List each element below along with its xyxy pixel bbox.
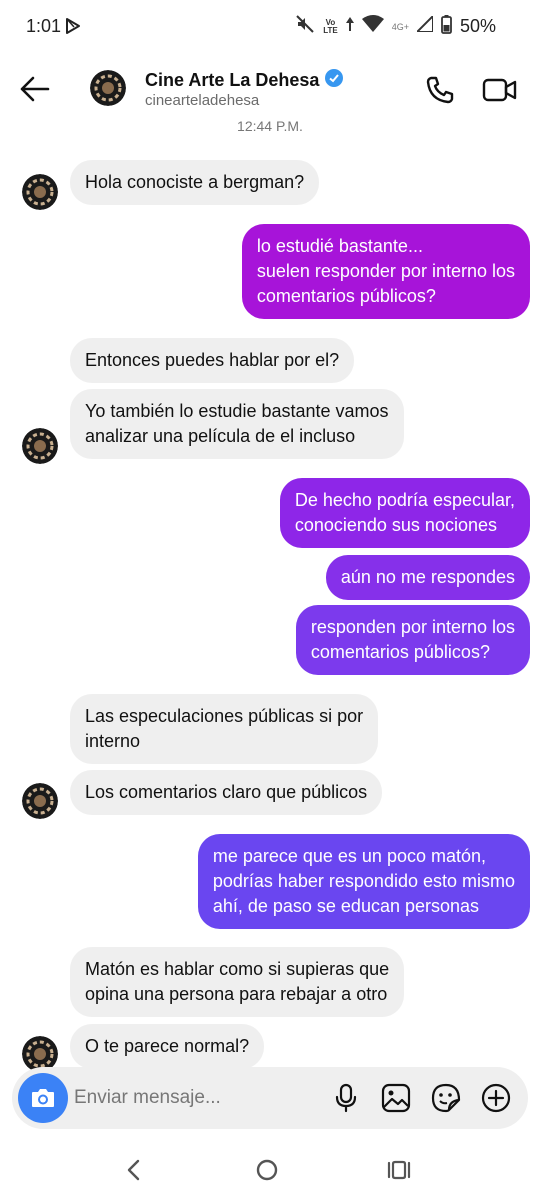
- call-button[interactable]: [424, 74, 456, 106]
- gallery-button[interactable]: [380, 1082, 412, 1114]
- microphone-icon: [335, 1083, 357, 1113]
- nav-home-button[interactable]: [251, 1154, 283, 1186]
- mute-icon: [295, 14, 315, 39]
- received-message[interactable]: O te parece normal?: [70, 1024, 265, 1069]
- sent-message[interactable]: aún no me respondes: [325, 555, 530, 600]
- image-icon: [381, 1083, 411, 1113]
- sent-message[interactable]: me parece que es un poco matón, podrías …: [197, 834, 530, 929]
- contact-name-row[interactable]: Cine Arte La Dehesa: [145, 69, 344, 92]
- sent-message[interactable]: responden por interno los comentarios pú…: [295, 605, 530, 675]
- camera-button[interactable]: [18, 1073, 68, 1123]
- status-time: 1:01: [26, 16, 62, 36]
- message-timestamp: 12:44 P.M.: [237, 118, 303, 134]
- sender-avatar: [22, 783, 58, 819]
- back-arrow-icon: [20, 76, 50, 102]
- nav-home-icon: [256, 1159, 278, 1181]
- chat-header: Cine Arte La Dehesa cinearteladehesa: [0, 52, 540, 124]
- volte-label: Vo LTE: [323, 17, 338, 35]
- received-message[interactable]: Entonces puedes hablar por el?: [70, 338, 355, 383]
- received-message[interactable]: Matón es hablar como si supieras que opi…: [70, 947, 405, 1017]
- message-composer: [12, 1067, 528, 1129]
- video-call-button[interactable]: [482, 74, 518, 106]
- status-icons: Vo LTE 4G+ 50%: [295, 13, 496, 39]
- sender-avatar: [22, 428, 58, 464]
- battery-percent: 50%: [459, 16, 496, 36]
- sticker-button[interactable]: [430, 1082, 462, 1114]
- contact-name: Cine Arte La Dehesa: [145, 70, 320, 90]
- hotspot-icon: [345, 17, 354, 36]
- phone-icon: [426, 76, 454, 104]
- wifi-icon: [361, 15, 384, 38]
- nav-recents-button[interactable]: [382, 1154, 414, 1186]
- received-message[interactable]: Hola conociste a bergman?: [70, 160, 320, 205]
- back-button[interactable]: [18, 74, 52, 104]
- signal-icon: [414, 13, 434, 37]
- sent-message[interactable]: lo estudié bastante... suelen responder …: [241, 224, 530, 319]
- plus-circle-icon: [481, 1083, 511, 1113]
- nav-back-button[interactable]: [118, 1154, 150, 1186]
- camera-icon: [32, 1089, 54, 1107]
- play-store-icon: [64, 17, 82, 40]
- contact-handle: cinearteladehesa: [145, 92, 260, 109]
- message-input[interactable]: [74, 1081, 314, 1115]
- system-navigation-bar: [0, 1140, 540, 1199]
- sender-avatar: [22, 174, 58, 210]
- network-4g-label: 4G+: [391, 21, 409, 32]
- verified-badge-icon: [325, 69, 344, 92]
- nav-recents-icon: [387, 1160, 411, 1180]
- sticker-icon: [431, 1083, 461, 1113]
- sent-message[interactable]: De hecho podría especular, conociendo su…: [279, 478, 530, 548]
- voice-message-button[interactable]: [330, 1082, 362, 1114]
- battery-icon: [441, 14, 452, 39]
- profile-avatar[interactable]: [90, 70, 126, 106]
- nav-back-icon: [127, 1159, 140, 1181]
- received-message[interactable]: Los comentarios claro que públicos: [70, 770, 383, 815]
- status-bar: 1:01 Vo LTE 4G+ 50%: [0, 0, 540, 52]
- video-camera-icon: [482, 78, 517, 102]
- received-message[interactable]: Yo también lo estudie bastante vamos ana…: [70, 389, 404, 459]
- more-options-button[interactable]: [480, 1082, 512, 1114]
- received-message[interactable]: Las especulaciones públicas si por inter…: [70, 694, 379, 764]
